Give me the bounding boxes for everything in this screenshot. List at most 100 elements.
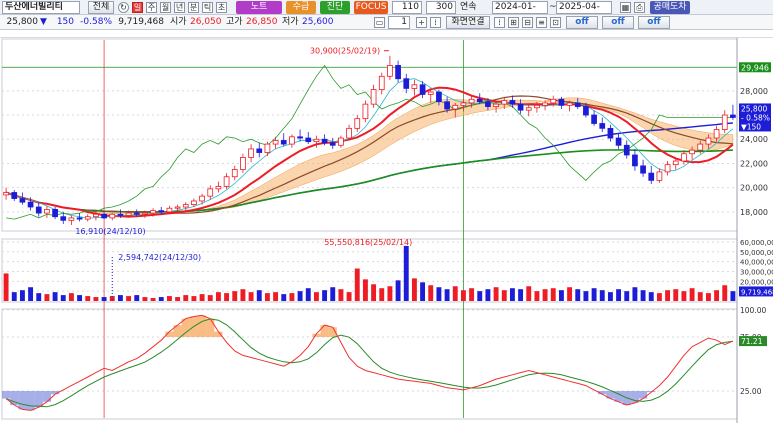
volume-bar	[19, 290, 25, 301]
diagnosis-button[interactable]: 진단	[320, 1, 350, 14]
period-minute-button[interactable]: 분	[188, 2, 199, 13]
market-button[interactable]: 전체	[88, 1, 114, 14]
volume-bar	[232, 291, 238, 301]
count-field-2[interactable]: 300	[426, 1, 456, 14]
candle-body	[460, 102, 467, 106]
moving-average-lines	[5, 64, 734, 220]
candle-body	[329, 142, 336, 146]
period-week-button[interactable]: 주	[146, 2, 157, 13]
short-selling-chart-button[interactable]: 공매도차트	[650, 1, 690, 25]
change-percent: -0.58%	[80, 17, 112, 27]
supply-button[interactable]: 수급	[286, 1, 316, 14]
toggle-button-2[interactable]: off	[602, 16, 634, 29]
period-day-button[interactable]: 일	[132, 2, 143, 13]
volume-bar	[240, 289, 246, 301]
current-price-text: 25,800	[741, 104, 767, 113]
candle-body	[35, 206, 42, 214]
volume-bar	[624, 291, 630, 301]
period-year-button[interactable]: 년	[174, 2, 185, 13]
ratio-icon[interactable]: ⁞	[430, 17, 441, 28]
candle-body	[101, 213, 107, 219]
volume-bar	[166, 296, 172, 301]
volume-bar	[371, 284, 377, 301]
candle-body	[599, 123, 606, 129]
volume-bar	[150, 298, 156, 301]
count-field-1[interactable]: 110	[392, 1, 422, 14]
volume-bar	[648, 292, 654, 301]
price-tick-label: 28,000	[740, 87, 768, 96]
tool-icon-5[interactable]: ⊡	[550, 17, 561, 28]
stock-name-field[interactable]: 두산에너빌리티	[2, 1, 80, 14]
chart-type-icon[interactable]: ▭	[374, 17, 385, 28]
candle-body	[574, 102, 581, 107]
volume-bar	[289, 293, 295, 301]
candle-body	[191, 200, 197, 205]
period-second-button[interactable]: 초	[216, 2, 227, 13]
screen-count-select[interactable]: 1	[388, 16, 410, 29]
candle-body	[427, 91, 434, 95]
date-to-field[interactable]: 2025-04-21	[556, 1, 612, 14]
candle-body	[517, 103, 524, 111]
volume-bar	[297, 291, 303, 301]
candle-body	[566, 102, 573, 106]
candle-body	[338, 137, 344, 146]
volume-bar	[632, 287, 638, 301]
candle-body	[231, 169, 238, 178]
price-axis: 28,00026,00024,00022,00020,00018,00029,9…	[736, 38, 773, 423]
price-tick-label: 18,000	[740, 208, 768, 217]
crosshair-icon[interactable]: +	[416, 17, 427, 28]
candle-body	[607, 127, 614, 139]
candle-body	[346, 127, 352, 139]
low-annotation: 16,910(24/12/10)	[75, 227, 145, 236]
oversold-fill	[639, 391, 648, 399]
candle-body	[248, 148, 254, 158]
volume-bar	[313, 292, 319, 301]
volume-tick-label: 60,000,000	[740, 239, 773, 247]
refresh-icon[interactable]: ↻	[118, 2, 129, 13]
stock-chart[interactable]: 28,00026,00024,00022,00020,00018,00029,9…	[0, 38, 773, 423]
tool-icon-4[interactable]: ≡	[536, 17, 547, 28]
volume-bar	[444, 289, 450, 301]
note-button[interactable]: 노트	[236, 1, 282, 14]
volume-bar	[616, 289, 622, 301]
volume-bar	[330, 287, 336, 301]
candle-body	[525, 107, 532, 111]
candle-body	[640, 165, 646, 174]
candle-body	[403, 78, 410, 89]
ma-120-line	[5, 149, 733, 213]
volume-bar	[689, 288, 695, 301]
quote-bar: 25,800 ▼ 150 -0.58% 9,719,468 시가 26,050 …	[0, 15, 773, 30]
low-value: 25,600	[302, 17, 334, 27]
candle-body	[411, 84, 418, 89]
tool-icon-1[interactable]: ⁞	[494, 17, 505, 28]
volume-bar	[493, 287, 499, 301]
period-tick-button[interactable]: 틱	[202, 2, 213, 13]
date-from-field[interactable]: 2024-01-25	[492, 1, 548, 14]
print-icon[interactable]: ⎙	[634, 2, 645, 13]
focus-button[interactable]: FOCUS	[354, 1, 388, 14]
tool-icon-2[interactable]: ⊞	[508, 17, 519, 28]
tool-icon-3[interactable]: ⊟	[522, 17, 533, 28]
toggle-button-1[interactable]: off	[566, 16, 598, 29]
save-icon[interactable]: ▦	[620, 2, 631, 13]
volume-bar	[52, 292, 58, 301]
volume-bar	[591, 288, 597, 301]
candle-body	[583, 106, 589, 116]
period-month-button[interactable]: 월	[160, 2, 171, 13]
volume-bar	[509, 288, 515, 301]
candle-body	[280, 140, 287, 145]
osc-tick-label: 100.00	[740, 306, 766, 315]
toggle-button-3[interactable]: off	[638, 16, 670, 29]
candle-body	[117, 213, 124, 216]
screen-link-button[interactable]: 화면연결	[446, 16, 490, 29]
candle-body	[632, 154, 638, 167]
low-label: 저가	[282, 17, 299, 27]
price-change: 150	[56, 17, 74, 27]
volume-tick-label: 50,000,000	[740, 249, 773, 257]
candle-body	[436, 91, 442, 103]
volume-bars	[3, 245, 736, 301]
volume-bar	[395, 280, 401, 301]
volume-bar	[142, 297, 148, 301]
volume-bar	[215, 292, 221, 301]
volume-bar	[85, 296, 91, 301]
